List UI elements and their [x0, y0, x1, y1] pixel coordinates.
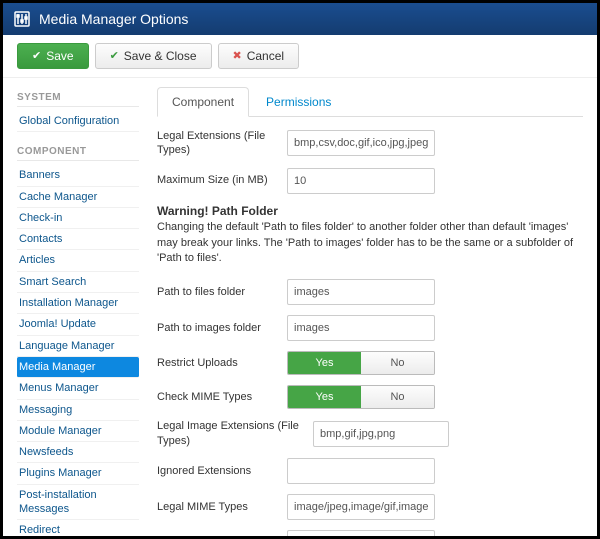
sidebar-item-joomla-update[interactable]: Joomla! Update	[17, 314, 139, 335]
tabs: Component Permissions	[157, 86, 583, 117]
save-close-button[interactable]: ✔ Save & Close	[95, 43, 212, 69]
input-legal-mime[interactable]	[287, 494, 435, 520]
label-check-mime: Check MIME Types	[157, 390, 287, 404]
sidebar-item-media-manager[interactable]: Media Manager	[17, 357, 139, 378]
input-ignored-ext[interactable]	[287, 458, 435, 484]
toggle-restrict-uploads-yes[interactable]: Yes	[288, 352, 361, 374]
sidebar-item-newsfeeds[interactable]: Newsfeeds	[17, 442, 139, 463]
sidebar-item-smart-search[interactable]: Smart Search	[17, 272, 139, 293]
label-ignored-ext: Ignored Extensions	[157, 464, 287, 478]
toggle-restrict-uploads-no[interactable]: No	[361, 352, 434, 374]
toolbar: ✔ Save ✔ Save & Close ✖ Cancel	[3, 35, 597, 78]
sidebar-list-component: Banners Cache Manager Check-in Contacts …	[17, 165, 139, 539]
sidebar-list-system: Global Configuration	[17, 111, 139, 132]
sidebar-item-check-in[interactable]: Check-in	[17, 208, 139, 229]
input-path-images[interactable]	[287, 315, 435, 341]
toggle-check-mime[interactable]: Yes No	[287, 385, 435, 409]
save-close-button-label: Save & Close	[124, 49, 197, 63]
sidebar-item-module-manager[interactable]: Module Manager	[17, 421, 139, 442]
sidebar-item-plugins-manager[interactable]: Plugins Manager	[17, 463, 139, 484]
input-illegal-mime[interactable]	[287, 530, 435, 539]
toggle-check-mime-no[interactable]: No	[361, 386, 434, 408]
sidebar-item-contacts[interactable]: Contacts	[17, 229, 139, 250]
page-header: Media Manager Options	[3, 3, 597, 35]
save-button[interactable]: ✔ Save	[17, 43, 89, 69]
sidebar: SYSTEM Global Configuration COMPONENT Ba…	[17, 86, 139, 539]
label-legal-extensions: Legal Extensions (File Types)	[157, 129, 287, 158]
warning-block: Warning! Path Folder Changing the defaul…	[157, 204, 583, 268]
toggle-check-mime-yes[interactable]: Yes	[288, 386, 361, 408]
sidebar-heading-component: COMPONENT	[17, 146, 139, 161]
sidebar-item-global-configuration[interactable]: Global Configuration	[17, 111, 139, 132]
main-panel: Component Permissions Legal Extensions (…	[157, 86, 583, 539]
label-max-size: Maximum Size (in MB)	[157, 173, 287, 187]
sidebar-item-post-installation-messages[interactable]: Post-installation Messages	[17, 485, 139, 521]
save-button-label: Save	[46, 49, 73, 63]
cancel-icon: ✖	[233, 51, 242, 62]
label-legal-image-ext: Legal Image Extensions (File Types)	[157, 419, 313, 448]
label-path-files: Path to files folder	[157, 285, 287, 299]
cancel-button-label: Cancel	[247, 49, 284, 63]
label-legal-mime: Legal MIME Types	[157, 500, 287, 514]
warning-title: Warning! Path Folder	[157, 204, 583, 218]
sidebar-item-redirect[interactable]: Redirect	[17, 520, 139, 539]
warning-text: Changing the default 'Path to files fold…	[157, 220, 583, 268]
input-legal-extensions[interactable]	[287, 130, 435, 156]
page-title: Media Manager Options	[39, 11, 188, 27]
tab-component[interactable]: Component	[157, 87, 249, 117]
tab-permissions[interactable]: Permissions	[251, 87, 346, 117]
sidebar-item-installation-manager[interactable]: Installation Manager	[17, 293, 139, 314]
sidebar-item-messaging[interactable]: Messaging	[17, 400, 139, 421]
sidebar-item-cache-manager[interactable]: Cache Manager	[17, 187, 139, 208]
sidebar-item-menus-manager[interactable]: Menus Manager	[17, 378, 139, 399]
sidebar-item-articles[interactable]: Articles	[17, 250, 139, 271]
check-icon: ✔	[32, 51, 41, 62]
sidebar-heading-system: SYSTEM	[17, 92, 139, 107]
check-icon: ✔	[110, 51, 119, 62]
toggle-restrict-uploads[interactable]: Yes No	[287, 351, 435, 375]
sidebar-item-banners[interactable]: Banners	[17, 165, 139, 186]
label-path-images: Path to images folder	[157, 321, 287, 335]
sidebar-item-language-manager[interactable]: Language Manager	[17, 336, 139, 357]
label-restrict-uploads: Restrict Uploads	[157, 356, 287, 370]
input-legal-image-ext[interactable]	[313, 421, 449, 447]
cancel-button[interactable]: ✖ Cancel	[218, 43, 300, 69]
equalizer-icon	[13, 10, 31, 28]
input-max-size[interactable]	[287, 168, 435, 194]
input-path-files[interactable]	[287, 279, 435, 305]
